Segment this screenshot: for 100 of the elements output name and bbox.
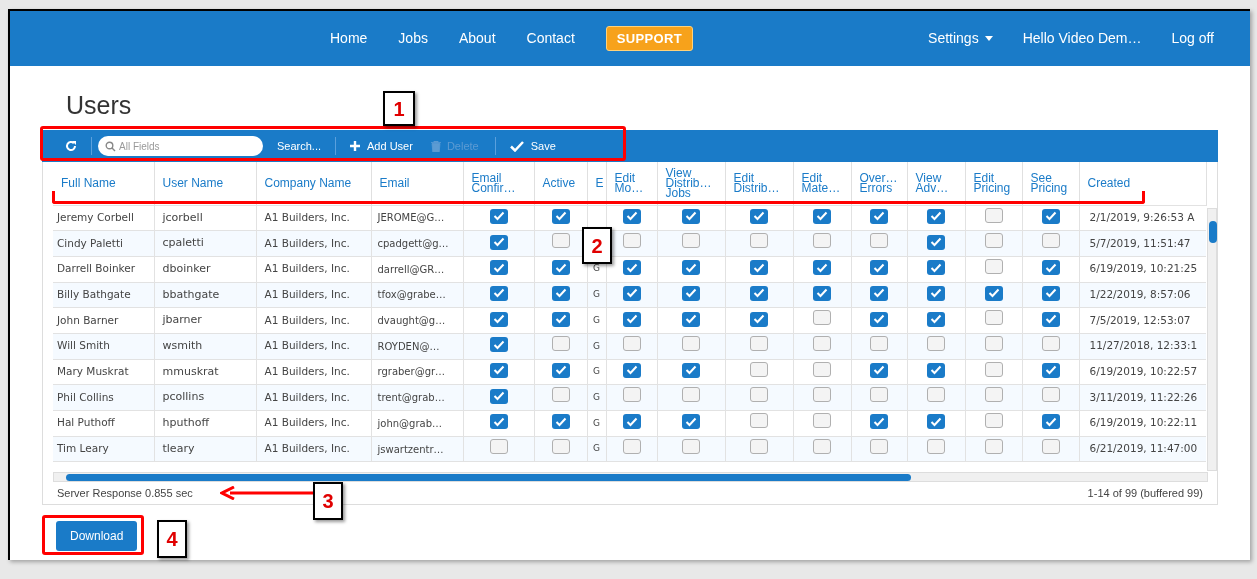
- checkbox[interactable]: [750, 260, 768, 276]
- checkbox[interactable]: [813, 413, 831, 429]
- checkbox[interactable]: [682, 260, 700, 276]
- checkbox[interactable]: [489, 438, 508, 454]
- checkbox[interactable]: [813, 387, 831, 403]
- checkbox[interactable]: [622, 414, 641, 430]
- nav-link[interactable]: Home: [330, 28, 368, 49]
- checkbox[interactable]: [622, 285, 641, 301]
- checkbox[interactable]: [489, 362, 508, 378]
- checkbox[interactable]: [1041, 336, 1060, 352]
- nav-link[interactable]: Hello Video Dem…: [1022, 28, 1142, 49]
- checkbox[interactable]: [984, 438, 1003, 454]
- checkbox[interactable]: [813, 310, 831, 326]
- checkbox[interactable]: [682, 336, 700, 352]
- checkbox[interactable]: [1041, 260, 1060, 276]
- checkbox[interactable]: [551, 311, 570, 327]
- checkbox[interactable]: [622, 438, 641, 454]
- checkbox[interactable]: [870, 285, 888, 301]
- checkbox[interactable]: [622, 362, 641, 378]
- checkbox[interactable]: [870, 311, 888, 327]
- add-user-button[interactable]: Add User: [350, 137, 413, 155]
- checkbox[interactable]: [1041, 285, 1060, 301]
- checkbox[interactable]: [750, 233, 768, 249]
- checkbox[interactable]: [927, 438, 945, 454]
- refresh-icon[interactable]: [65, 140, 77, 152]
- checkbox[interactable]: [984, 207, 1003, 223]
- checkbox[interactable]: [870, 208, 888, 224]
- save-button[interactable]: Save: [509, 137, 556, 155]
- checkbox[interactable]: [750, 413, 768, 429]
- search-button[interactable]: Search...: [277, 137, 322, 155]
- checkbox[interactable]: [682, 311, 700, 327]
- checkbox[interactable]: [870, 362, 888, 378]
- checkbox[interactable]: [927, 208, 945, 224]
- checkbox[interactable]: [984, 361, 1003, 377]
- checkbox[interactable]: [927, 311, 945, 327]
- download-button[interactable]: Download: [56, 520, 138, 551]
- checkbox[interactable]: [551, 336, 570, 352]
- checkbox[interactable]: [984, 336, 1003, 352]
- checkbox[interactable]: [489, 414, 508, 430]
- checkbox[interactable]: [489, 260, 508, 276]
- checkbox[interactable]: [551, 414, 570, 430]
- checkbox[interactable]: [927, 234, 945, 250]
- checkbox[interactable]: [984, 285, 1003, 301]
- checkbox[interactable]: [489, 311, 508, 327]
- checkbox[interactable]: [551, 233, 570, 249]
- checkbox[interactable]: [984, 310, 1003, 326]
- checkbox[interactable]: [551, 285, 570, 301]
- checkbox[interactable]: [682, 387, 700, 403]
- checkbox[interactable]: [551, 438, 570, 454]
- checkbox[interactable]: [984, 413, 1003, 429]
- checkbox[interactable]: [682, 414, 700, 430]
- checkbox[interactable]: [750, 438, 768, 454]
- nav-link[interactable]: About: [458, 28, 496, 49]
- checkbox[interactable]: [622, 311, 641, 327]
- checkbox[interactable]: [870, 233, 888, 249]
- checkbox[interactable]: [984, 233, 1003, 249]
- checkbox[interactable]: [682, 438, 700, 454]
- checkbox[interactable]: [750, 285, 768, 301]
- checkbox[interactable]: [813, 361, 831, 377]
- nav-link[interactable]: Contact: [526, 28, 575, 49]
- checkbox[interactable]: [750, 208, 768, 224]
- checkbox[interactable]: [870, 336, 888, 352]
- checkbox[interactable]: [551, 387, 570, 403]
- checkbox[interactable]: [1041, 362, 1060, 378]
- checkbox[interactable]: [682, 208, 700, 224]
- checkbox[interactable]: [1041, 311, 1060, 327]
- checkbox[interactable]: [750, 336, 768, 352]
- checkbox[interactable]: [927, 362, 945, 378]
- checkbox[interactable]: [682, 362, 700, 378]
- checkbox[interactable]: [551, 208, 570, 224]
- checkbox[interactable]: [870, 414, 888, 430]
- checkbox[interactable]: [870, 438, 888, 454]
- checkbox[interactable]: [1041, 387, 1060, 403]
- checkbox[interactable]: [1041, 414, 1060, 430]
- checkbox[interactable]: [927, 414, 945, 430]
- settings-menu[interactable]: Settings: [928, 28, 993, 49]
- checkbox[interactable]: [870, 260, 888, 276]
- vertical-scrollbar[interactable]: [1206, 208, 1217, 471]
- checkbox[interactable]: [1041, 208, 1060, 224]
- checkbox[interactable]: [622, 336, 641, 352]
- checkbox[interactable]: [1041, 233, 1060, 249]
- checkbox[interactable]: [489, 234, 508, 250]
- checkbox[interactable]: [622, 208, 641, 224]
- checkbox[interactable]: [489, 337, 508, 353]
- checkbox[interactable]: [750, 311, 768, 327]
- checkbox[interactable]: [984, 387, 1003, 403]
- search-field[interactable]: All Fields: [119, 138, 249, 154]
- checkbox[interactable]: [682, 233, 700, 249]
- checkbox[interactable]: [927, 387, 945, 403]
- checkbox[interactable]: [622, 260, 641, 276]
- checkbox[interactable]: [813, 438, 831, 454]
- checkbox[interactable]: [870, 387, 888, 403]
- checkbox[interactable]: [622, 387, 641, 403]
- checkbox[interactable]: [489, 388, 508, 404]
- checkbox[interactable]: [813, 208, 831, 224]
- horizontal-scrollbar[interactable]: [53, 471, 1208, 482]
- checkbox[interactable]: [927, 285, 945, 301]
- checkbox[interactable]: [622, 233, 641, 249]
- checkbox[interactable]: [551, 362, 570, 378]
- nav-link[interactable]: Log off: [1171, 28, 1214, 49]
